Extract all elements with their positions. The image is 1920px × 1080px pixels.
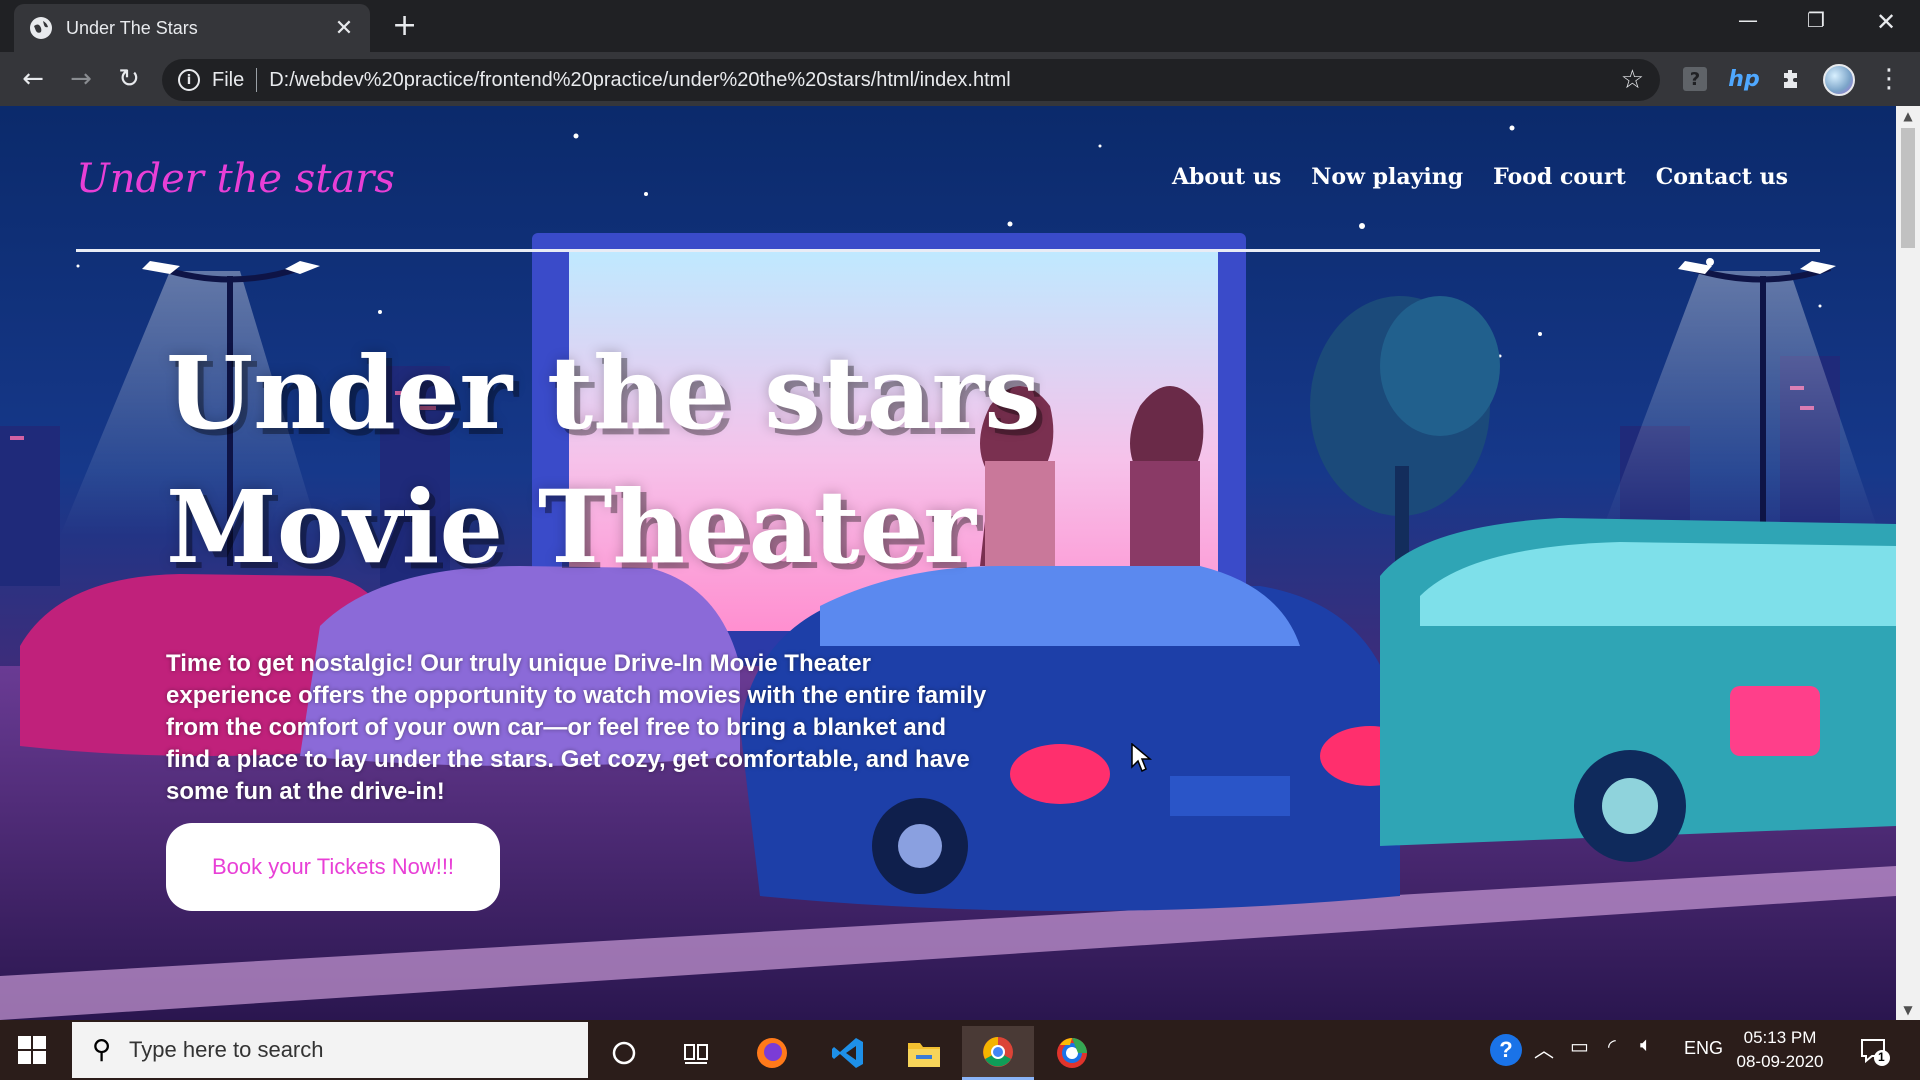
menu-kebab-icon[interactable]: ⋮ [1874, 64, 1904, 94]
battery-icon[interactable]: ▭ [1570, 1034, 1589, 1059]
forward-button[interactable]: → [64, 62, 98, 96]
cortana-icon[interactable] [588, 1026, 660, 1080]
url-text[interactable]: D:/webdev%20practice/frontend%20practice… [269, 69, 1620, 92]
info-icon[interactable]: i [178, 69, 200, 91]
wifi-icon[interactable]: ◜ [1608, 1034, 1616, 1059]
browser-tab[interactable]: Under The Stars ✕ [14, 4, 370, 52]
scroll-down-arrow-icon[interactable]: ▼ [1896, 1000, 1920, 1020]
language-indicator[interactable]: ENG [1684, 1038, 1723, 1059]
close-tab-icon[interactable]: ✕ [332, 16, 356, 41]
hero-description: Time to get nostalgic! Our truly unique … [166, 650, 987, 805]
close-window-button[interactable]: ✕ [1866, 8, 1906, 36]
system-clock[interactable]: 05:13 PM 08-09-2020 [1730, 1026, 1830, 1074]
site-nav: About us Now playing Food court Contact … [1172, 164, 1788, 190]
edge-icon[interactable] [1036, 1026, 1108, 1080]
scroll-thumb[interactable] [1901, 128, 1915, 248]
taskbar-search-box[interactable]: ⚲ Type here to search [72, 1022, 588, 1078]
clock-date: 08-09-2020 [1736, 1052, 1824, 1071]
task-view-icon[interactable] [660, 1026, 732, 1080]
clock-time: 05:13 PM [1743, 1028, 1817, 1047]
book-tickets-button[interactable]: Book your Tickets Now!!! [166, 823, 500, 911]
hero-title-line-2: Movie Theater [166, 468, 976, 586]
header-divider [76, 249, 1820, 252]
search-icon: ⚲ [92, 1035, 112, 1065]
back-button[interactable]: ← [16, 62, 50, 96]
tab-strip: Under The Stars ✕ + — ❐ ✕ [0, 0, 1920, 52]
hero-title-line-1: Under the stars [166, 334, 1041, 452]
reload-button[interactable]: ↻ [112, 62, 146, 96]
vscode-icon[interactable] [812, 1026, 884, 1080]
nav-contact-us[interactable]: Contact us [1656, 164, 1788, 190]
restore-button[interactable]: ❐ [1796, 8, 1836, 32]
globe-icon [30, 17, 52, 39]
tab-title: Under The Stars [66, 17, 198, 38]
nav-about-us[interactable]: About us [1172, 164, 1281, 190]
page-viewport: Under the stars About us Now playing Foo… [0, 106, 1896, 1020]
search-placeholder: Type here to search [129, 1037, 324, 1062]
vertical-scrollbar[interactable]: ▲ ▼ [1896, 106, 1920, 1020]
action-center-icon[interactable]: 1 [1858, 1034, 1890, 1066]
help-extension-icon[interactable]: ? [1683, 67, 1707, 91]
address-bar[interactable]: i File D:/webdev%20practice/frontend%20p… [162, 59, 1660, 101]
show-hidden-icons-chevron-up-icon[interactable]: ︿ [1534, 1034, 1554, 1063]
puzzle-extensions-icon[interactable] [1776, 64, 1806, 94]
scroll-up-arrow-icon[interactable]: ▲ [1896, 106, 1920, 126]
nav-food-court[interactable]: Food court [1493, 164, 1626, 190]
browser-toolbar: ← → ↻ i File D:/webdev%20practice/fronte… [0, 52, 1920, 106]
omnibox-divider [256, 68, 258, 92]
site-logo[interactable]: Under the stars [76, 156, 395, 202]
firefox-icon[interactable] [736, 1026, 808, 1080]
windows-start-icon[interactable] [18, 1036, 46, 1064]
chrome-icon[interactable] [962, 1026, 1034, 1080]
bookmark-star-icon[interactable]: ☆ [1621, 65, 1644, 95]
minimize-button[interactable]: — [1728, 8, 1768, 32]
file-explorer-icon[interactable] [888, 1026, 960, 1080]
url-scheme: File [212, 68, 245, 91]
mouse-cursor-icon [1131, 743, 1153, 773]
hero-title: Under the stars Movie Theater [166, 326, 1041, 594]
notification-count-badge: 1 [1878, 1050, 1885, 1064]
hp-extension-icon[interactable]: hp [1728, 64, 1759, 94]
profile-avatar[interactable] [1823, 64, 1855, 96]
volume-icon[interactable]: 🔈︎ [1640, 1034, 1652, 1057]
windows-taskbar: ⚲ Type here to search ? ︿ ▭ ◜ 🔈︎ ENG 05:… [0, 1020, 1920, 1080]
nav-now-playing[interactable]: Now playing [1311, 164, 1463, 190]
help-icon[interactable]: ? [1490, 1034, 1522, 1066]
new-tab-button[interactable]: + [392, 11, 417, 41]
